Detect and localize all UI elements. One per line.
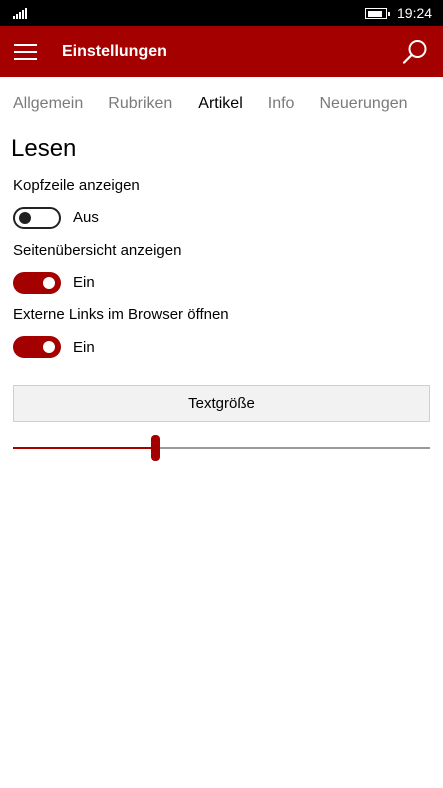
tab-allgemein[interactable]: Allgemein [13,94,83,118]
tab-rubriken[interactable]: Rubriken [108,94,172,118]
battery-icon [365,8,390,19]
header-toggle-state: Aus [73,209,99,226]
text-size-button[interactable]: Textgröße [13,385,430,422]
signal-bars-icon [13,7,27,19]
status-bar: 19:24 [0,0,443,26]
tab-artikel[interactable]: Artikel [198,94,242,118]
slider-fill [13,447,155,449]
header-toggle[interactable] [13,207,61,229]
header-toggle-label: Kopfzeile anzeigen [13,177,140,194]
toggle-knob [43,277,55,289]
tab-info[interactable]: Info [268,94,295,118]
page-overview-toggle[interactable] [13,272,61,294]
page-overview-toggle-state: Ein [73,274,95,291]
page-overview-toggle-label: Seitenübersicht anzeigen [13,242,182,259]
tab-bar: Allgemein Rubriken Artikel Info Neuerung… [13,94,408,118]
toggle-knob [43,341,55,353]
external-links-toggle[interactable] [13,336,61,358]
app-bar: Einstellungen [0,26,443,77]
slider-thumb[interactable] [150,435,160,461]
battery-level-fill [367,10,382,17]
external-links-toggle-state: Ein [73,339,95,356]
tab-neuerungen[interactable]: Neuerungen [319,94,407,118]
status-clock: 19:24 [397,5,433,21]
toggle-knob [19,212,31,224]
hamburger-menu-icon[interactable] [14,44,37,60]
external-links-toggle-label: Externe Links im Browser öffnen [13,306,229,323]
text-size-slider[interactable] [13,435,430,463]
section-title: Lesen [11,135,77,162]
page-title: Einstellungen [62,43,167,60]
search-icon[interactable] [401,38,429,66]
